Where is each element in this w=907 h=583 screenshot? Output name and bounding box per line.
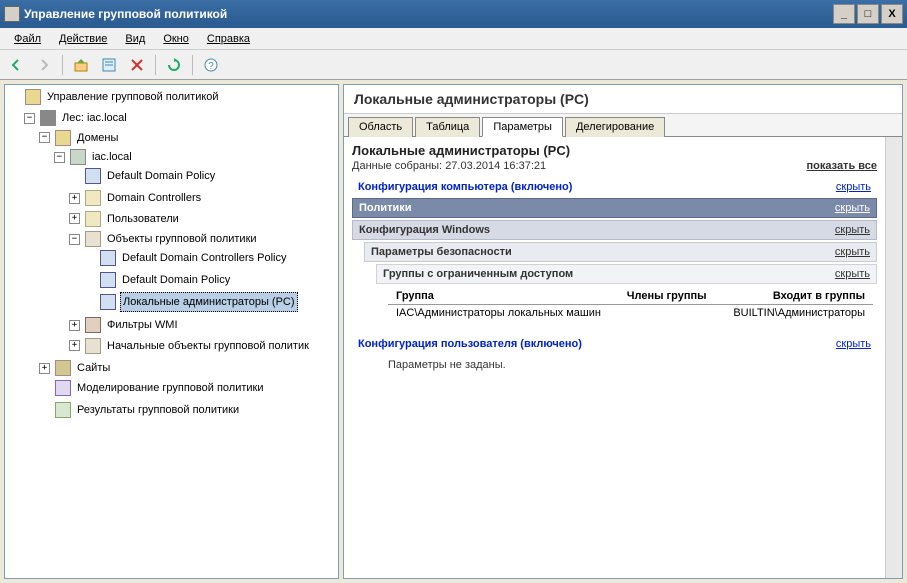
tree-node-users[interactable]: +Пользователи [69, 208, 336, 229]
separator [192, 55, 193, 75]
section-windows-config[interactable]: Конфигурация Windows скрыть [352, 220, 877, 240]
section-computer-config[interactable]: Конфигурация компьютера (включено) скрыт… [352, 178, 877, 196]
main-area: Управление групповой политикой −Лес: iac… [0, 80, 907, 583]
tree-node-dc[interactable]: +Domain Controllers [69, 188, 336, 209]
separator [155, 55, 156, 75]
separator [62, 55, 63, 75]
table-row[interactable]: IAC\Администраторы локальных машин BUILT… [388, 305, 873, 322]
gpo-name: Локальные администраторы (PC) [352, 143, 877, 158]
forest-icon [40, 110, 56, 126]
no-params-message: Параметры не заданы. [352, 353, 877, 377]
tree-node-domain[interactable]: −iac.local Default Domain Policy +Domain… [54, 147, 336, 357]
svg-text:?: ? [208, 61, 214, 72]
expander-icon[interactable]: + [69, 193, 80, 204]
up-button[interactable] [69, 53, 93, 77]
sites-icon [55, 360, 71, 376]
close-button[interactable]: X [881, 4, 903, 24]
tree: Управление групповой политикой −Лес: iac… [7, 87, 336, 423]
menu-action[interactable]: Действие [51, 31, 115, 47]
container-icon [85, 231, 101, 247]
gpo-icon [100, 294, 116, 310]
tree-node-modeling[interactable]: Моделирование групповой политики [39, 378, 336, 400]
page-title: Локальные администраторы (PC) [344, 85, 902, 114]
section-security-params[interactable]: Параметры безопасности скрыть [364, 242, 877, 262]
tree-node-ddp2[interactable]: Default Domain Policy [84, 270, 336, 292]
ou-icon [85, 190, 101, 206]
tree-node-sites[interactable]: +Сайты [39, 358, 336, 379]
tree-node-results[interactable]: Результаты групповой политики [39, 400, 336, 422]
col-group: Группа [388, 288, 619, 305]
tree-node-localadmins[interactable]: Локальные администраторы (PC) [84, 291, 336, 314]
collected-label: Данные собраны: 27.03.2014 16:37:21 [352, 160, 546, 172]
wmi-icon [85, 317, 101, 333]
restricted-groups-table: Группа Члены группы Входит в группы IAC\… [388, 288, 873, 321]
menu-file[interactable]: Файл [6, 31, 49, 47]
content-pane: Локальные администраторы (PC) Область Та… [343, 84, 903, 579]
expander-icon[interactable]: + [69, 213, 80, 224]
menu-window[interactable]: Окно [155, 31, 197, 47]
hide-link[interactable]: скрыть [835, 224, 870, 236]
tree-node-root[interactable]: Управление групповой политикой −Лес: iac… [9, 87, 336, 423]
tree-node-ddp[interactable]: Default Domain Policy [69, 166, 336, 188]
expander-icon[interactable]: − [54, 152, 65, 163]
back-button[interactable] [4, 53, 28, 77]
app-icon [4, 6, 20, 22]
tree-node-forest[interactable]: −Лес: iac.local −Домены −iac.local Defau… [24, 108, 336, 423]
menu-view[interactable]: Вид [117, 31, 153, 47]
tab-delegation[interactable]: Делегирование [565, 117, 665, 137]
hide-link[interactable]: скрыть [835, 202, 870, 214]
hide-link[interactable]: скрыть [836, 338, 871, 350]
tree-node-wmi[interactable]: +Фильтры WMI [69, 315, 336, 336]
gpo-icon [100, 250, 116, 266]
results-icon [55, 402, 71, 418]
col-members: Члены группы [619, 288, 719, 305]
ou-icon [85, 211, 101, 227]
settings-body: Локальные администраторы (PC) Данные соб… [344, 137, 885, 578]
hide-link[interactable]: скрыть [835, 246, 870, 258]
section-user-config[interactable]: Конфигурация пользователя (включено) скр… [352, 335, 877, 353]
hide-link[interactable]: скрыть [835, 268, 870, 280]
help-button[interactable]: ? [199, 53, 223, 77]
expander-icon[interactable]: − [39, 132, 50, 143]
refresh-button[interactable] [162, 53, 186, 77]
scrollbar[interactable] [885, 137, 902, 578]
tree-node-starter[interactable]: +Начальные объекты групповой политик [69, 335, 336, 356]
expander-icon[interactable]: − [24, 113, 35, 124]
gpo-link-icon [85, 168, 101, 184]
expander-icon[interactable]: + [69, 340, 80, 351]
delete-button[interactable] [125, 53, 149, 77]
maximize-button[interactable]: □ [857, 4, 879, 24]
window-title: Управление групповой политикой [24, 7, 831, 21]
hide-link[interactable]: скрыть [836, 181, 871, 193]
domain-icon [70, 149, 86, 165]
expander-icon[interactable]: − [69, 234, 80, 245]
title-bar: Управление групповой политикой _ □ X [0, 0, 907, 28]
tree-pane[interactable]: Управление групповой политикой −Лес: iac… [4, 84, 339, 579]
tree-node-gpos[interactable]: −Объекты групповой политики Default Doma… [69, 229, 336, 315]
gpo-header: Локальные администраторы (PC) Данные соб… [352, 143, 877, 174]
col-memberof: Входит в группы [719, 288, 873, 305]
tree-node-ddcp[interactable]: Default Domain Controllers Policy [84, 248, 336, 270]
tab-bar: Область Таблица Параметры Делегирование [344, 114, 902, 137]
domains-icon [55, 130, 71, 146]
toolbar: ? [0, 50, 907, 80]
menu-bar: Файл Действие Вид Окно Справка [0, 28, 907, 50]
menu-help[interactable]: Справка [199, 31, 258, 47]
tab-details[interactable]: Таблица [415, 117, 480, 137]
container-icon [85, 338, 101, 354]
minimize-button[interactable]: _ [833, 4, 855, 24]
section-policies[interactable]: Политики скрыть [352, 198, 877, 218]
properties-button[interactable] [97, 53, 121, 77]
forward-button[interactable] [32, 53, 56, 77]
gpo-icon [100, 272, 116, 288]
tree-node-domains[interactable]: −Домены −iac.local Default Domain Policy… [39, 127, 336, 358]
tab-scope[interactable]: Область [348, 117, 413, 137]
expander-icon[interactable]: + [39, 363, 50, 374]
show-all-link[interactable]: показать все [807, 160, 878, 172]
tab-settings[interactable]: Параметры [482, 117, 563, 137]
expander-icon[interactable]: + [69, 320, 80, 331]
modeling-icon [55, 380, 71, 396]
gpmc-icon [25, 89, 41, 105]
section-restricted-groups[interactable]: Группы с ограниченным доступом скрыть [376, 264, 877, 284]
